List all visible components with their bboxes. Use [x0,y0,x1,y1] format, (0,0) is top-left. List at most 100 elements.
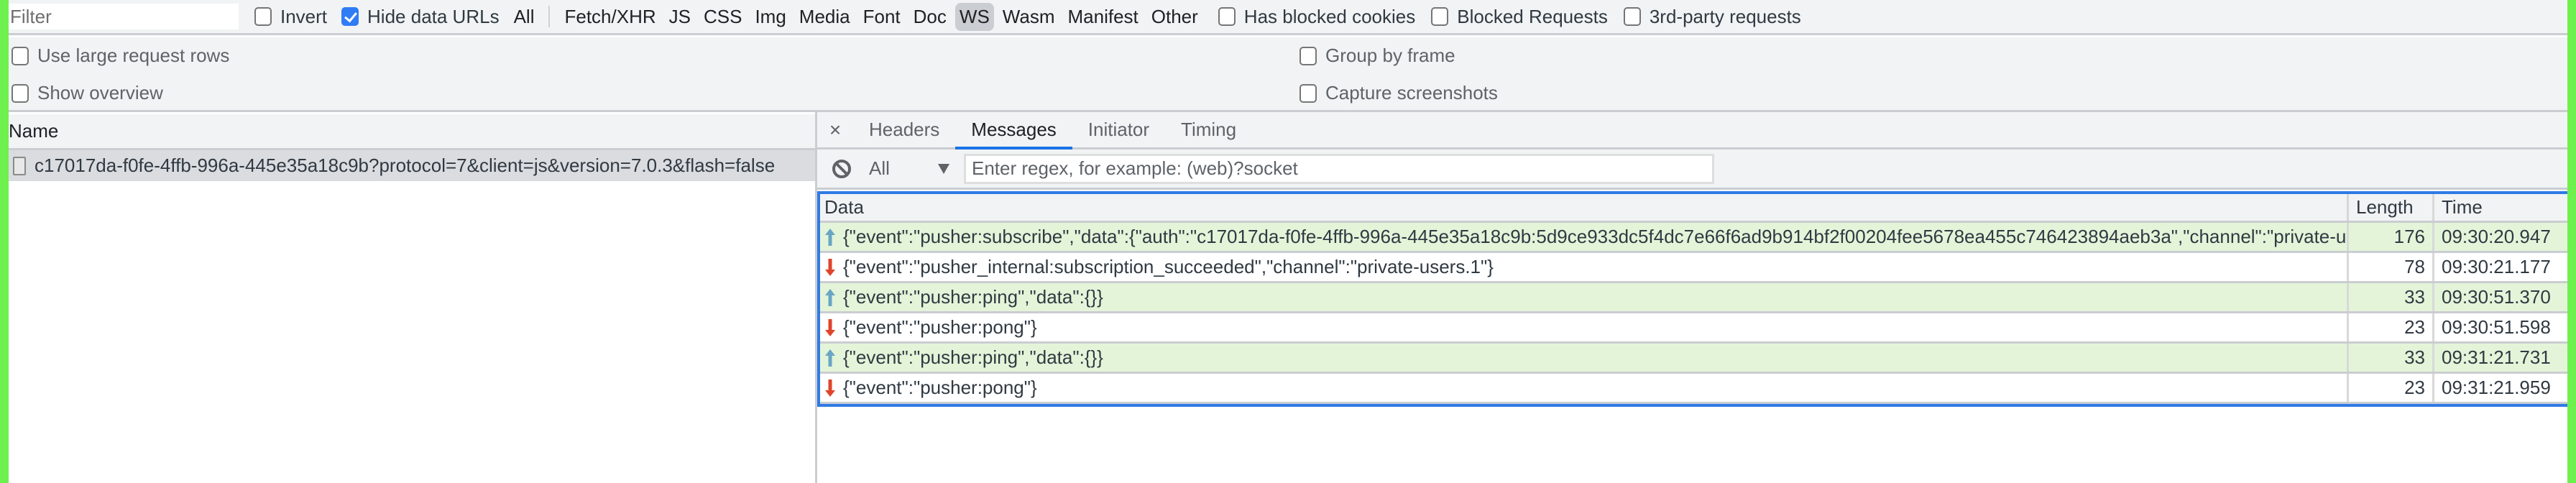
has-blocked-cookies-checkbox[interactable]: Has blocked cookies [1218,6,1415,28]
message-length-cell: 33 [2349,344,2434,372]
type-filter-wasm[interactable]: Wasm [998,3,1059,31]
message-data: {"event":"pusher:ping","data":{}} [843,346,1103,368]
left-edge-bar [0,0,9,483]
message-data-cell: {"event":"pusher_internal:subscription_s… [820,253,2349,281]
document-icon [13,156,26,175]
blocked-requests-label: Blocked Requests [1457,5,1608,27]
group-by-frame-checkbox[interactable]: Group by frame [1300,45,1455,67]
type-filter-other[interactable]: Other [1147,3,1202,31]
capture-screenshots-checkbox-box[interactable] [1300,83,1317,103]
tab-headers[interactable]: Headers [853,112,955,147]
message-filter-bar: All [817,150,2567,190]
detail-tabs: × Headers Messages Initiator Timing [817,112,2567,150]
has-blocked-cookies-checkbox-box[interactable] [1218,7,1236,26]
received-arrow-icon [825,258,835,276]
tab-timing[interactable]: Timing [1165,112,1252,147]
message-time-cell: 09:31:21.959 [2442,377,2551,398]
request-row[interactable]: c17017da-f0fe-4ffb-996a-445e35a18c9b?pro… [9,150,815,181]
type-filter-css[interactable]: CSS [699,3,746,31]
message-data: {"event":"pusher:pong"} [843,377,1037,398]
filter-input[interactable] [9,4,239,29]
message-time-cell: 09:31:21.731 [2442,346,2551,368]
type-filter-doc[interactable]: Doc [909,3,951,31]
sent-arrow-icon [825,349,835,367]
message-row[interactable]: {"event":"pusher:pong"} 23 09:31:21.959 [820,374,2567,404]
use-large-rows-checkbox-box[interactable] [12,46,29,65]
use-large-rows-checkbox[interactable]: Use large request rows [12,45,229,67]
type-filter-js[interactable]: JS [665,3,695,31]
capture-screenshots-checkbox[interactable]: Capture screenshots [1300,82,1498,104]
sent-arrow-icon [825,288,835,306]
message-length-cell: 33 [2349,283,2434,311]
network-settings-panel: Use large request rows Show overview Gro… [9,37,2567,112]
message-row[interactable]: {"event":"pusher:ping","data":{}} 33 09:30… [820,283,2567,313]
message-data-cell: {"event":"pusher:pong"} [820,313,2349,341]
message-row[interactable]: {"event":"pusher:ping","data":{}} 33 09:31… [820,344,2567,374]
has-blocked-cookies-label: Has blocked cookies [1243,5,1416,27]
name-column-label: Name [9,120,59,142]
third-party-requests-label: 3rd-party requests [1649,5,1801,27]
hide-data-urls-checkbox[interactable]: Hide data URLs [341,6,500,28]
message-direction-select[interactable]: All [869,157,954,180]
message-time-cell: 09:30:21.177 [2442,256,2551,277]
length-column-header[interactable]: Length [2349,194,2434,221]
third-party-requests-checkbox[interactable]: 3rd-party requests [1623,5,1801,28]
toolbar-divider [548,6,551,27]
hide-data-urls-label: Hide data URLs [367,5,500,27]
show-overview-checkbox-box[interactable] [12,83,29,103]
type-filter-media[interactable]: Media [795,3,855,31]
message-row[interactable]: {"event":"pusher_internal:subscription_s… [820,253,2567,283]
messages-table: Data Length Time {"event":"pusher:subscr… [817,191,2567,407]
group-by-frame-checkbox-box[interactable] [1300,46,1317,65]
message-data: {"event":"pusher:pong"} [843,316,1037,338]
close-icon[interactable]: × [817,112,853,147]
received-arrow-icon [825,379,835,397]
name-column-header[interactable]: Name [9,114,815,150]
message-length-cell: 23 [2349,313,2434,341]
data-column-header[interactable]: Data [820,194,2349,221]
hide-data-urls-checkbox-box[interactable] [341,7,359,26]
type-filter-all[interactable]: All [510,3,539,31]
clear-messages-icon[interactable] [832,159,852,179]
message-data-cell: {"event":"pusher:ping","data":{}} [820,283,2349,311]
request-name: c17017da-f0fe-4ffb-996a-445e35a18c9b?pro… [34,155,776,176]
message-data-cell: {"event":"pusher:ping","data":{}} [820,344,2349,372]
message-data-cell: {"event":"pusher:pong"} [820,374,2349,402]
type-filter-img[interactable]: Img [750,3,790,31]
tab-initiator[interactable]: Initiator [1072,112,1165,147]
right-edge-bar [2567,0,2576,483]
message-time-cell: 09:30:20.947 [2442,226,2551,247]
message-length-cell: 23 [2349,374,2434,402]
messages-table-header: Data Length Time [820,194,2567,223]
show-overview-checkbox[interactable]: Show overview [12,82,163,104]
invert-label: Invert [280,5,328,27]
invert-checkbox-box[interactable] [254,7,272,26]
type-filter-font[interactable]: Font [859,3,905,31]
use-large-rows-label: Use large request rows [37,45,230,66]
message-row[interactable]: {"event":"pusher:pong"} 23 09:30:51.598 [820,313,2567,344]
type-filter-fetch-xhr[interactable]: Fetch/XHR [560,3,660,31]
tab-messages[interactable]: Messages [955,112,1072,150]
third-party-requests-checkbox-box[interactable] [1623,7,1641,26]
message-length-cell: 176 [2349,223,2434,251]
message-direction-value: All [869,157,890,179]
message-regex-input[interactable] [964,153,1714,184]
network-filter-toolbar: Invert Hide data URLs All Fetch/XHR JS C… [9,0,2567,35]
message-time-cell: 09:30:51.598 [2442,316,2551,338]
blocked-requests-checkbox-box[interactable] [1431,7,1449,26]
time-column-header[interactable]: Time [2434,194,2567,221]
messages-table-body: {"event":"pusher:subscribe","data":{"aut… [820,223,2567,404]
received-arrow-icon [825,318,835,336]
message-length-cell: 78 [2349,253,2434,281]
message-row[interactable]: {"event":"pusher:subscribe","data":{"aut… [820,223,2567,253]
invert-checkbox[interactable]: Invert [254,6,327,28]
group-by-frame-label: Group by frame [1325,45,1455,66]
type-filter-ws[interactable]: WS [954,2,994,31]
message-time-cell: 09:30:51.370 [2442,286,2551,308]
message-data-cell: {"event":"pusher:subscribe","data":{"aut… [820,223,2349,251]
capture-screenshots-label: Capture screenshots [1325,82,1498,104]
type-filter-manifest[interactable]: Manifest [1064,3,1143,31]
message-data: {"event":"pusher:subscribe","data":{"aut… [843,226,2349,247]
message-data: {"event":"pusher:ping","data":{}} [843,286,1103,308]
blocked-requests-checkbox[interactable]: Blocked Requests [1431,6,1608,28]
